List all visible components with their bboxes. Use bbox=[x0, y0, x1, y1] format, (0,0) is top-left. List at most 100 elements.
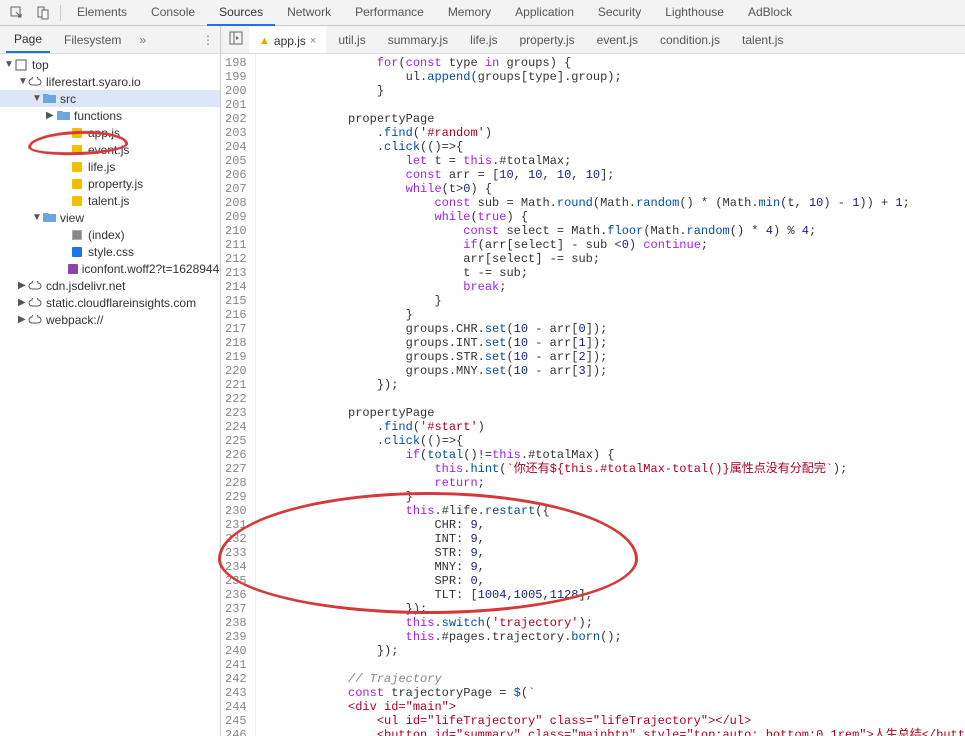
tree-item[interactable]: ▶functions bbox=[0, 107, 220, 124]
tree-item[interactable]: ▶event.js bbox=[0, 141, 220, 158]
tab-security[interactable]: Security bbox=[586, 0, 653, 26]
line-number: 200 bbox=[225, 84, 247, 98]
editor-tab-label: condition.js bbox=[660, 33, 720, 47]
tree-item-label: style.css bbox=[88, 245, 134, 259]
tree-item[interactable]: ▶app.js bbox=[0, 124, 220, 141]
tab-elements[interactable]: Elements bbox=[65, 0, 139, 26]
options-icon[interactable]: ⋮ bbox=[202, 33, 214, 47]
tree-item[interactable]: ▼view bbox=[0, 209, 220, 226]
folder-icon bbox=[42, 211, 56, 225]
tree-item[interactable]: ▶style.css bbox=[0, 243, 220, 260]
code-line: const arr = [10, 10, 10, 10]; bbox=[262, 168, 965, 182]
code-line: return; bbox=[262, 476, 965, 490]
line-number: 208 bbox=[225, 196, 247, 210]
line-number: 234 bbox=[225, 560, 247, 574]
code-line: let t = this.#totalMax; bbox=[262, 154, 965, 168]
js-icon bbox=[70, 177, 84, 191]
tab-network[interactable]: Network bbox=[275, 0, 343, 26]
tree-item[interactable]: ▼liferestart.syaro.io bbox=[0, 73, 220, 90]
line-number: 223 bbox=[225, 406, 247, 420]
tab-console[interactable]: Console bbox=[139, 0, 207, 26]
tree-item[interactable]: ▼src bbox=[0, 90, 220, 107]
code-line: groups.MNY.set(10 - arr[3]); bbox=[262, 364, 965, 378]
close-icon[interactable]: × bbox=[310, 35, 316, 47]
tab-application[interactable]: Application bbox=[503, 0, 586, 26]
file-tree[interactable]: ▼top▼liferestart.syaro.io▼src▶functions▶… bbox=[0, 54, 220, 736]
code-line: arr[select] -= sub; bbox=[262, 252, 965, 266]
line-number: 227 bbox=[225, 462, 247, 476]
code-line: // Trajectory bbox=[262, 672, 965, 686]
tree-item-label: static.cloudflareinsights.com bbox=[46, 296, 196, 310]
tree-item[interactable]: ▶talent.js bbox=[0, 192, 220, 209]
line-number: 206 bbox=[225, 168, 247, 182]
editor-tab[interactable]: property.js bbox=[510, 28, 585, 52]
tree-item[interactable]: ▶ static.cloudflareinsights.com bbox=[0, 294, 220, 311]
line-number: 198 bbox=[225, 56, 247, 70]
nav-toggle-icon[interactable] bbox=[225, 31, 247, 48]
device-icon[interactable] bbox=[30, 2, 56, 24]
editor-tab[interactable]: condition.js bbox=[650, 28, 730, 52]
sources-sidebar: Page Filesystem » ⋮ ▼top▼liferestart.sya… bbox=[0, 26, 221, 736]
code-line: ul.append(groups[type].group); bbox=[262, 70, 965, 84]
page-tab[interactable]: Page bbox=[6, 27, 50, 53]
code-line: } bbox=[262, 84, 965, 98]
tree-item[interactable]: ▶iconfont.woff2?t=162894468 bbox=[0, 260, 220, 277]
cloud-icon bbox=[28, 313, 42, 327]
editor-tab[interactable]: event.js bbox=[587, 28, 648, 52]
tab-memory[interactable]: Memory bbox=[436, 0, 503, 26]
js-icon bbox=[70, 160, 84, 174]
line-number: 221 bbox=[225, 378, 247, 392]
tree-item-label: webpack:// bbox=[46, 313, 103, 327]
expand-arrow-icon[interactable]: ▼ bbox=[32, 93, 42, 104]
tree-item[interactable]: ▶life.js bbox=[0, 158, 220, 175]
top-icon bbox=[14, 58, 28, 72]
inspect-icon[interactable] bbox=[4, 2, 30, 24]
tree-item-label: talent.js bbox=[88, 194, 129, 208]
expand-arrow-icon[interactable]: ▶ bbox=[46, 110, 56, 121]
code-line: while(t>0) { bbox=[262, 182, 965, 196]
js-icon bbox=[70, 126, 84, 140]
tree-item[interactable]: ▶ webpack:// bbox=[0, 311, 220, 328]
code-line: .click(()=>{ bbox=[262, 140, 965, 154]
tree-item[interactable]: ▼top bbox=[0, 56, 220, 73]
expand-arrow-icon[interactable]: ▶ bbox=[18, 297, 28, 308]
tree-item[interactable]: ▶(index) bbox=[0, 226, 220, 243]
editor-tab[interactable]: life.js bbox=[460, 28, 507, 52]
line-number: 233 bbox=[225, 546, 247, 560]
code-line: <button id="summary" class="mainbtn" sty… bbox=[262, 728, 965, 736]
expand-arrow-icon[interactable]: ▼ bbox=[32, 212, 42, 223]
line-number: 215 bbox=[225, 294, 247, 308]
editor-tab[interactable]: summary.js bbox=[378, 28, 458, 52]
editor-tab[interactable]: ▲app.js× bbox=[249, 27, 326, 53]
tree-item[interactable]: ▶property.js bbox=[0, 175, 220, 192]
filesystem-tab[interactable]: Filesystem bbox=[56, 28, 129, 52]
tab-sources[interactable]: Sources bbox=[207, 0, 275, 26]
expand-arrow-icon[interactable]: ▶ bbox=[18, 280, 28, 291]
code-line: if(total()!=this.#totalMax) { bbox=[262, 448, 965, 462]
tab-lighthouse[interactable]: Lighthouse bbox=[653, 0, 736, 26]
editor-tab[interactable]: util.js bbox=[328, 28, 375, 52]
editor-tab-label: summary.js bbox=[388, 33, 448, 47]
expand-arrow-icon[interactable]: ▼ bbox=[4, 59, 14, 70]
code-line: CHR: 9, bbox=[262, 518, 965, 532]
line-number: 237 bbox=[225, 602, 247, 616]
expand-arrow-icon[interactable]: ▶ bbox=[18, 314, 28, 325]
code-line: this.hint(`你还有${this.#totalMax-total()}属… bbox=[262, 462, 965, 476]
code-line: .find('#random') bbox=[262, 126, 965, 140]
code-line: STR: 9, bbox=[262, 546, 965, 560]
tree-item-label: app.js bbox=[88, 126, 120, 140]
editor-tab[interactable]: talent.js bbox=[732, 28, 793, 52]
more-tabs[interactable]: » bbox=[135, 33, 150, 47]
code-line: if(arr[select] - sub <0) continue; bbox=[262, 238, 965, 252]
tab-adblock[interactable]: AdBlock bbox=[736, 0, 804, 26]
code-line: MNY: 9, bbox=[262, 560, 965, 574]
line-number: 214 bbox=[225, 280, 247, 294]
tab-performance[interactable]: Performance bbox=[343, 0, 436, 26]
code-line bbox=[262, 98, 965, 112]
warning-icon: ▲ bbox=[259, 35, 270, 47]
code-editor[interactable]: 1981992002012022032042052062072082092102… bbox=[221, 54, 965, 736]
devtools-tabs: ElementsConsoleSourcesNetworkPerformance… bbox=[0, 0, 965, 26]
expand-arrow-icon[interactable]: ▼ bbox=[18, 76, 28, 87]
code-line bbox=[262, 658, 965, 672]
tree-item[interactable]: ▶cdn.jsdelivr.net bbox=[0, 277, 220, 294]
